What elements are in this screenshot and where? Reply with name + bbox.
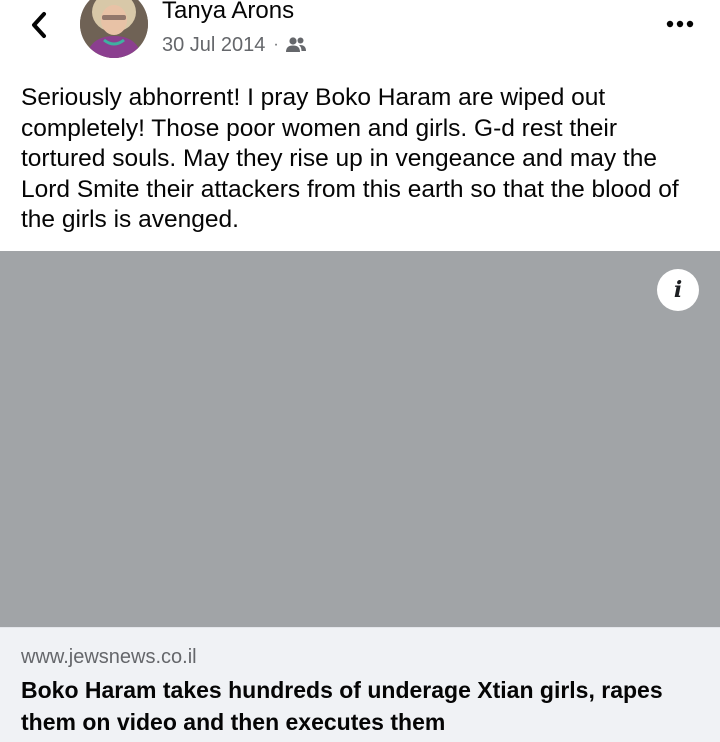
avatar-photo	[80, 0, 148, 58]
link-preview-image[interactable]: i	[0, 251, 720, 627]
meta-separator: ·	[273, 36, 279, 53]
link-domain: www.jewsnews.co.il	[21, 646, 197, 668]
more-horizontal-icon	[666, 20, 694, 28]
info-icon[interactable]: i	[657, 269, 699, 311]
link-preview-footer[interactable]: www.jewsnews.co.il Boko Haram takes hund…	[0, 627, 720, 742]
post-header: Tanya Arons 30 Jul 2014 ·	[0, 0, 720, 72]
avatar[interactable]	[80, 0, 148, 58]
more-options-button[interactable]	[660, 12, 700, 36]
author-name[interactable]: Tanya Arons	[162, 0, 294, 26]
post-meta: 30 Jul 2014 ·	[162, 32, 307, 58]
back-button[interactable]	[22, 8, 56, 42]
post-date[interactable]: 30 Jul 2014	[162, 34, 265, 57]
chevron-left-icon	[32, 12, 46, 38]
link-title[interactable]: Boko Haram takes hundreds of underage Xt…	[21, 674, 701, 738]
post-text: Seriously abhorrent! I pray Boko Haram a…	[21, 84, 679, 233]
friends-icon	[285, 37, 306, 52]
